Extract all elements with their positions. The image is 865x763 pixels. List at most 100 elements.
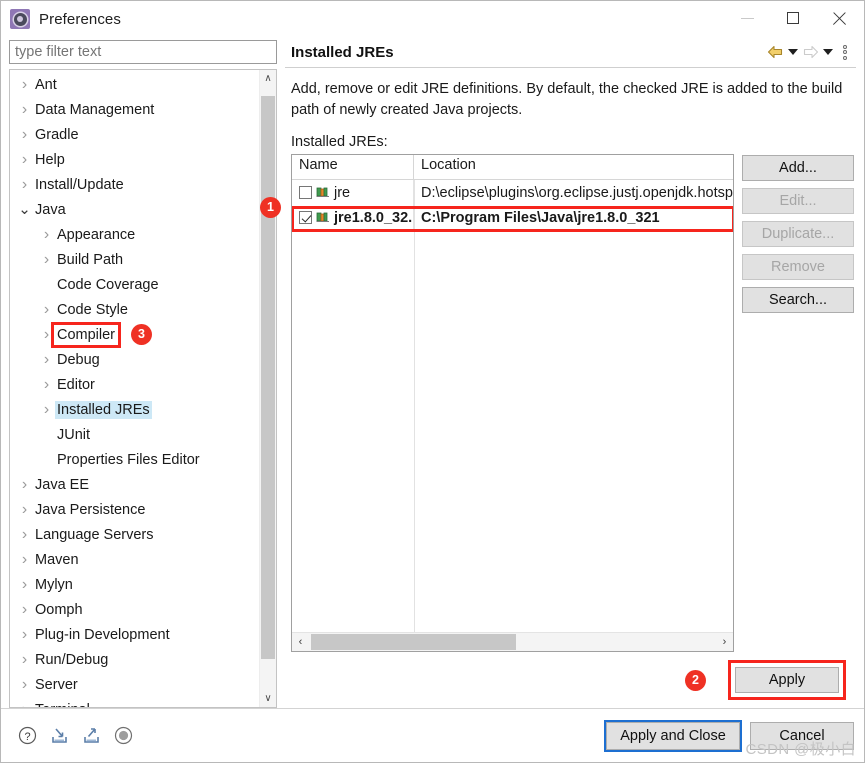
column-header-name[interactable]: Name [292, 155, 414, 180]
sidebar-item-data-management[interactable]: › Data Management [10, 97, 258, 122]
chevron-right-icon[interactable]: › [16, 551, 33, 568]
chevron-right-icon[interactable]: › [38, 376, 55, 393]
chevron-right-icon[interactable]: › [16, 626, 33, 643]
sidebar-item-maven[interactable]: › Maven [10, 547, 258, 572]
row-name-cell: jre [292, 180, 414, 206]
chevron-right-icon[interactable]: › [16, 601, 33, 618]
sidebar-item-install-update[interactable]: › Install/Update [10, 172, 258, 197]
filter-input[interactable] [9, 40, 277, 64]
hscroll-thumb[interactable] [311, 634, 516, 650]
chevron-right-icon[interactable]: › [38, 301, 55, 318]
sidebar-item-properties-files-editor[interactable]: Properties Files Editor [10, 447, 258, 472]
sidebar-item-server[interactable]: › Server [10, 672, 258, 697]
footer-icon-group: ? [17, 725, 134, 746]
chevron-right-icon[interactable]: › [16, 101, 33, 118]
sidebar-item-compiler[interactable]: › Compiler 3 [10, 321, 258, 348]
hscroll-left-icon[interactable]: ‹ [292, 636, 309, 648]
close-button[interactable] [816, 1, 862, 35]
sidebar-item-run-debug[interactable]: › Run/Debug [10, 647, 258, 672]
chevron-right-icon[interactable]: › [38, 351, 55, 368]
preferences-tree: › Ant › Data Management › Gradle › Help › Install… [9, 69, 277, 708]
sidebar-item-label: Java [35, 201, 66, 218]
forward-arrow-icon [803, 45, 819, 59]
chevron-right-icon[interactable]: › [38, 226, 55, 243]
chevron-right-icon[interactable]: › [16, 126, 33, 143]
sidebar-item-java-persistence[interactable]: › Java Persistence [10, 497, 258, 522]
apply-and-close-button[interactable]: Apply and Close [604, 719, 742, 752]
chevron-right-icon[interactable]: › [38, 401, 55, 418]
sidebar-item-label: Install/Update [35, 176, 124, 193]
chevron-right-icon[interactable]: › [38, 251, 55, 268]
minimize-button[interactable] [724, 1, 770, 35]
maximize-button[interactable] [770, 1, 816, 35]
sidebar-item-label: Java EE [35, 476, 89, 493]
chevron-right-icon[interactable]: › [16, 76, 33, 93]
chevron-right-icon[interactable]: › [16, 151, 33, 168]
table-row[interactable]: jre D:\eclipse\plugins\org.eclipse.justj… [292, 180, 733, 206]
sidebar-item-help[interactable]: › Help [10, 147, 258, 172]
scrollbar-thumb[interactable] [261, 96, 275, 659]
page-description: Add, remove or edit JRE definitions. By … [291, 81, 843, 118]
duplicate-button[interactable]: Duplicate... [742, 221, 854, 248]
jre-checkbox[interactable] [299, 211, 312, 225]
sidebar-item-editor[interactable]: › Editor [10, 372, 258, 397]
preferences-page: Installed JREs Add, remove or edit JRE d… [285, 37, 856, 708]
column-header-location[interactable]: Location [414, 155, 733, 179]
chevron-right-icon[interactable]: › [16, 176, 33, 193]
window-controls [724, 1, 862, 35]
add-button[interactable]: Add... [742, 155, 854, 182]
hscroll-right-icon[interactable]: › [716, 636, 733, 648]
chevron-right-icon[interactable]: › [16, 676, 33, 693]
chevron-right-icon[interactable]: › [16, 476, 33, 493]
back-dropdown-chevron-down-icon[interactable] [788, 49, 798, 55]
export-icon[interactable] [81, 725, 102, 746]
apply-button[interactable]: Apply [735, 667, 839, 693]
sidebar-item-java[interactable]: ⌄ Java [10, 197, 258, 222]
restore-defaults-icon[interactable] [113, 725, 134, 746]
search-button[interactable]: Search... [742, 287, 854, 314]
chevron-down-icon[interactable]: ⌄ [16, 202, 33, 217]
chevron-right-icon[interactable]: › [16, 651, 33, 668]
sidebar-item-plug-in-development[interactable]: › Plug-in Development [10, 622, 258, 647]
sidebar-item-oomph[interactable]: › Oomph [10, 597, 258, 622]
table-row[interactable]: jre1.8.0_32... C:\Program Files\Java\jre… [292, 205, 733, 231]
sidebar-item-label: JUnit [57, 426, 91, 443]
back-arrow-icon[interactable] [767, 45, 784, 59]
sidebar-item-label: Appearance [57, 226, 136, 243]
edit-button[interactable]: Edit... [742, 188, 854, 215]
sidebar-item-code-style[interactable]: › Code Style [10, 297, 258, 322]
chevron-right-icon[interactable]: › [16, 501, 33, 518]
hscroll-track[interactable] [309, 633, 716, 651]
annotation-badge-3: 3 [131, 324, 153, 345]
import-icon[interactable] [49, 725, 70, 746]
sidebar-item-label: Code Coverage [57, 276, 159, 293]
sidebar-scrollbar[interactable]: ∧ ∨ [259, 70, 276, 707]
scroll-down-icon[interactable]: ∨ [260, 690, 276, 707]
sidebar-item-ant[interactable]: › Ant [10, 72, 258, 97]
jre-checkbox[interactable] [299, 186, 312, 200]
forward-dropdown-chevron-down-icon[interactable] [823, 49, 833, 55]
sidebar-item-label: Plug-in Development [35, 626, 170, 643]
scroll-up-icon[interactable]: ∧ [260, 70, 276, 87]
sidebar-item-terminal[interactable]: ›Terminal [10, 697, 258, 707]
sidebar-item-java-ee[interactable]: › Java EE [10, 472, 258, 497]
sidebar-item-installed-jres[interactable]: › Installed JREs [10, 397, 258, 422]
sidebar-item-gradle[interactable]: › Gradle [10, 122, 258, 147]
kebab-menu-icon[interactable] [840, 44, 850, 60]
chevron-right-icon[interactable]: › [16, 526, 33, 543]
sidebar-item-language-servers[interactable]: › Language Servers [10, 522, 258, 547]
sidebar-item-appearance[interactable]: › Appearance [10, 222, 258, 247]
sidebar-item-build-path[interactable]: › Build Path [10, 247, 258, 272]
chevron-right-icon[interactable]: › [38, 326, 55, 343]
chevron-right-icon[interactable]: › [16, 701, 33, 707]
sidebar-item-debug[interactable]: › Debug [10, 347, 258, 372]
sidebar-item-code-coverage[interactable]: Code Coverage [10, 272, 258, 297]
remove-button[interactable]: Remove [742, 254, 854, 281]
sidebar-item-junit[interactable]: JUnit [10, 422, 258, 447]
help-question-icon[interactable]: ? [17, 725, 38, 746]
chevron-right-icon[interactable]: › [16, 576, 33, 593]
sidebar-item-mylyn[interactable]: › Mylyn [10, 572, 258, 597]
cancel-button[interactable]: Cancel [750, 721, 854, 750]
dialog-body: ›Ant›Data Management›Gradle›Help›Install… [1, 37, 864, 708]
table-horizontal-scrollbar[interactable]: ‹ › [292, 632, 733, 651]
